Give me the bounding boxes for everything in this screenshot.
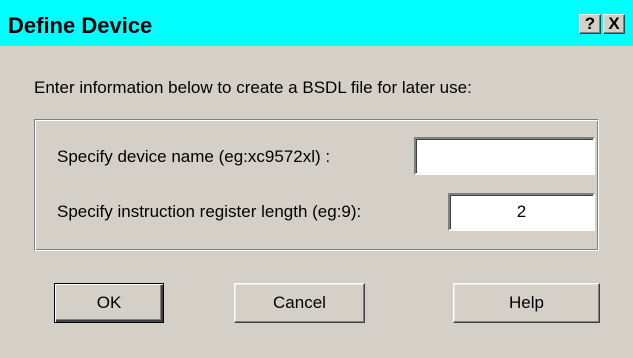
register-length-label: Specify instruction register length (eg:… bbox=[57, 202, 362, 221]
close-icon[interactable]: X bbox=[603, 14, 625, 34]
cancel-button[interactable]: Cancel bbox=[234, 283, 365, 323]
help-button[interactable]: Help bbox=[453, 283, 600, 323]
device-name-label: Specify device name (eg:xc9572xl) : bbox=[57, 147, 331, 166]
help-icon[interactable]: ? bbox=[579, 14, 601, 34]
device-name-field[interactable] bbox=[414, 137, 595, 175]
window-title: Define Device bbox=[8, 13, 153, 38]
instruction-text: Enter information below to create a BSDL… bbox=[34, 78, 472, 97]
title-bar[interactable]: Define Device ? X bbox=[0, 0, 633, 46]
define-device-dialog: Define Device ? X Enter information belo… bbox=[0, 0, 633, 358]
ok-button[interactable]: OK bbox=[54, 283, 164, 323]
register-length-field[interactable] bbox=[448, 193, 595, 231]
